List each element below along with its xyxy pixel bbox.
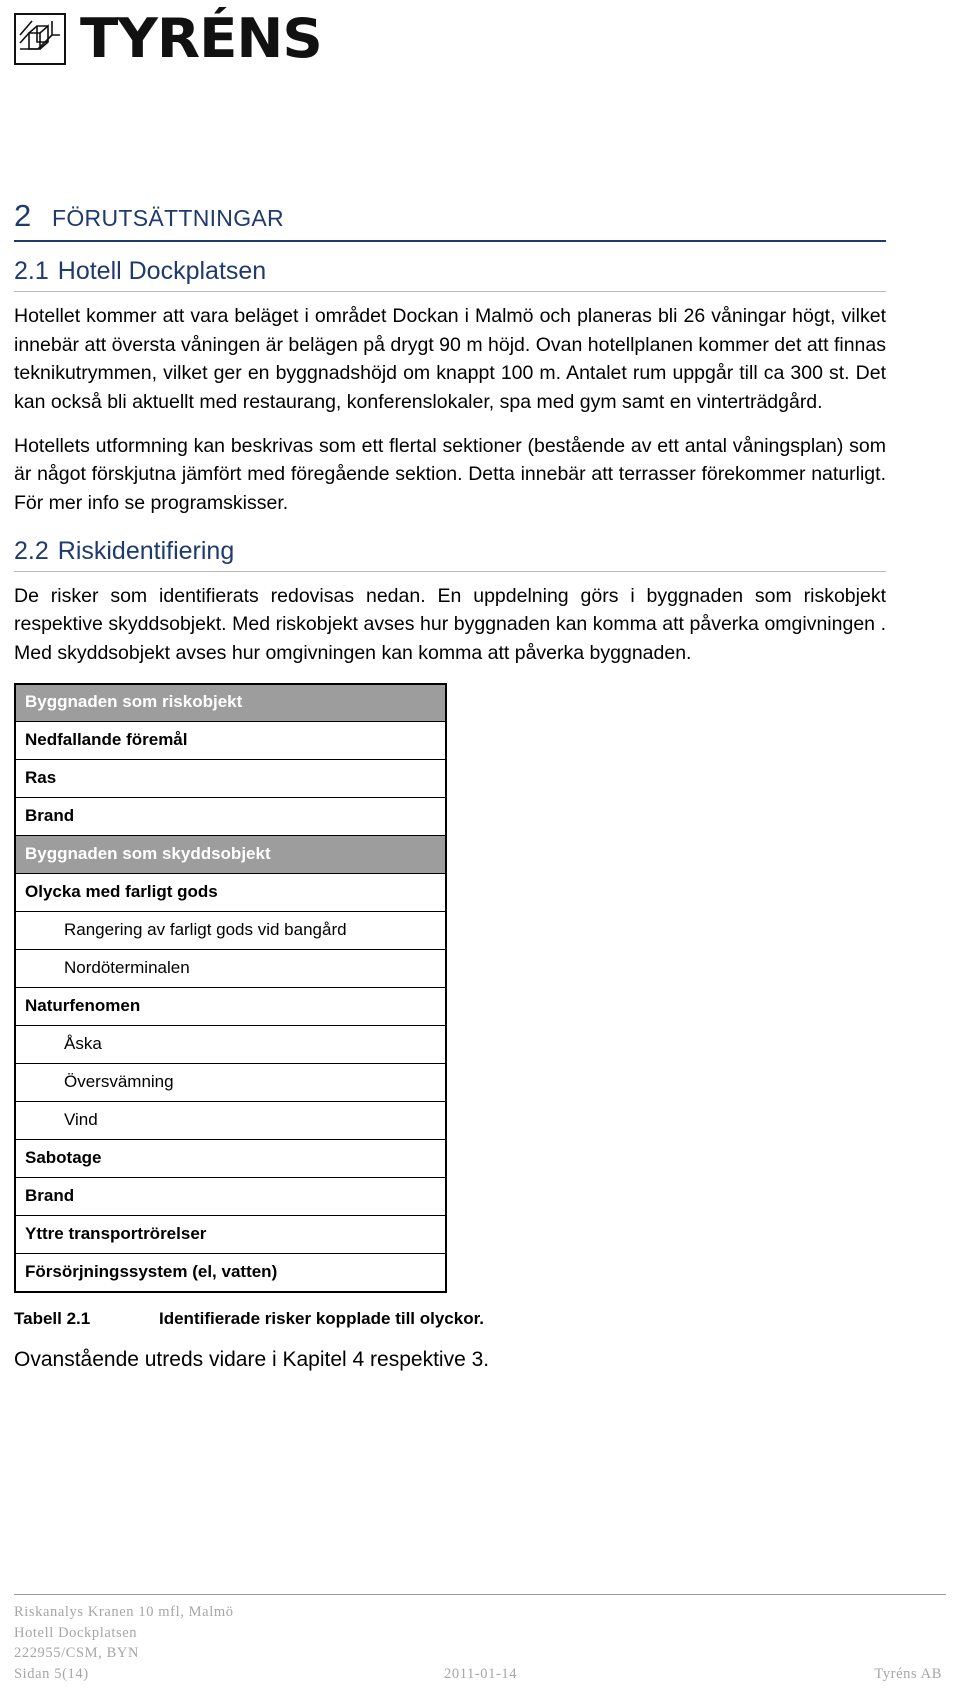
table-subitem-cell: Rangering av farligt gods vid bangård	[14, 911, 447, 950]
table-row: Rangering av farligt gods vid bangård	[14, 911, 447, 950]
document-content: 2 Förutsättningar 2.1 Hotell Dockplatsen …	[14, 196, 886, 1374]
heading-rule-secondary	[14, 290, 886, 292]
table-row: Försörjningssystem (el, vatten)	[14, 1253, 447, 1292]
paragraph-hotel-description: Hotellet kommer att vara beläget i områd…	[14, 304, 886, 413]
section-heading-2: 2 Förutsättningar	[14, 196, 886, 234]
table-category-cell: Sabotage	[14, 1139, 447, 1178]
table-row: Sabotage	[14, 1139, 447, 1178]
table-row: Nordöterminalen	[14, 949, 447, 988]
subsection-heading-2-2: 2.2 Riskidentifiering	[14, 536, 886, 566]
table-row: Översvämning	[14, 1063, 447, 1102]
subsection-heading-2-1: 2.1 Hotell Dockplatsen	[14, 256, 886, 286]
subsection-title: Riskidentifiering	[57, 536, 235, 565]
table-category-cell: Brand	[14, 1177, 447, 1216]
risk-table: Byggnaden som riskobjekt Nedfallande före…	[14, 682, 447, 1293]
section-title: Förutsättningar	[52, 196, 284, 233]
table-row: Byggnaden som riskobjekt	[14, 683, 447, 722]
brand-logo: TYRÉNS	[14, 12, 323, 66]
footer-bottom-row: Sidan 5(14) 2011-01-14 Tyréns AB	[14, 1664, 946, 1685]
table-category-cell: Naturfenomen	[14, 987, 447, 1026]
heading-rule-primary	[14, 239, 886, 242]
table-subitem-cell: Vind	[14, 1101, 447, 1140]
brand-wordmark: TYRÉNS	[80, 7, 323, 70]
table-category-cell: Försörjningssystem (el, vatten)	[14, 1253, 447, 1292]
footer-page-number: Sidan 5(14)	[14, 1665, 89, 1682]
table-section-header: Byggnaden som riskobjekt	[14, 683, 447, 722]
table-caption: Tabell 2.1 Identifierade risker kopplade…	[14, 1309, 886, 1329]
table-subitem-cell: Nordöterminalen	[14, 949, 447, 988]
footer-project-number: 222955/CSM, BYN	[14, 1645, 140, 1662]
table-subitem-cell: Översvämning	[14, 1063, 447, 1102]
table-category-cell: Yttre transportrörelser	[14, 1215, 447, 1254]
table-row: Naturfenomen	[14, 987, 447, 1026]
footer-date: 2011-01-14	[444, 1665, 518, 1682]
table-row: Olycka med farligt gods	[14, 873, 447, 912]
subsection-number: 2.1	[14, 256, 49, 285]
heading-rule-secondary	[14, 570, 886, 572]
table-subitem-cell: Åska	[14, 1025, 447, 1064]
table-row: Nedfallande föremål	[14, 721, 447, 760]
footer-project-title: Riskanalys Kranen 10 mfl, Malmö	[14, 1604, 234, 1620]
table-section-header: Byggnaden som skyddsobjekt	[14, 835, 447, 874]
section-number: 2	[14, 198, 32, 233]
table-row: Brand	[14, 1177, 447, 1216]
table-caption-label: Tabell 2.1	[14, 1308, 91, 1328]
table-row: Yttre transportrörelser	[14, 1215, 447, 1254]
table-category-cell: Brand	[14, 797, 447, 836]
subsection-number: 2.2	[14, 536, 49, 565]
paragraph-hotel-form: Hotellets utformning kan beskrivas som e…	[14, 434, 886, 514]
page-footer: Riskanalys Kranen 10 mfl, Malmö Hotell D…	[14, 1594, 946, 1684]
footer-company: Tyréns AB	[874, 1665, 942, 1682]
subsection-title: Hotell Dockplatsen	[57, 256, 267, 285]
table-category-cell: Ras	[14, 759, 447, 798]
tyrens-cube-logo-icon	[14, 13, 66, 65]
table-row: Ras	[14, 759, 447, 798]
footer-rule	[14, 1594, 946, 1595]
footer-project-subtitle: Hotell Dockplatsen	[14, 1624, 138, 1641]
risk-table-body: Byggnaden som riskobjekt Nedfallande före…	[14, 683, 447, 1292]
table-row: Brand	[14, 797, 447, 836]
table-row: Byggnaden som skyddsobjekt	[14, 835, 447, 874]
table-category-cell: Olycka med farligt gods	[14, 873, 447, 912]
paragraph-risk-identification: De risker som identifierats redovisas ne…	[14, 584, 886, 664]
table-category-cell: Nedfallande föremål	[14, 721, 447, 760]
paragraph-after-table: Ovanstående utreds vidare i Kapitel 4 re…	[14, 1347, 490, 1371]
table-row: Vind	[14, 1101, 447, 1140]
table-row: Åska	[14, 1025, 447, 1064]
table-caption-text: Identifierade risker kopplade till olyck…	[159, 1308, 485, 1328]
